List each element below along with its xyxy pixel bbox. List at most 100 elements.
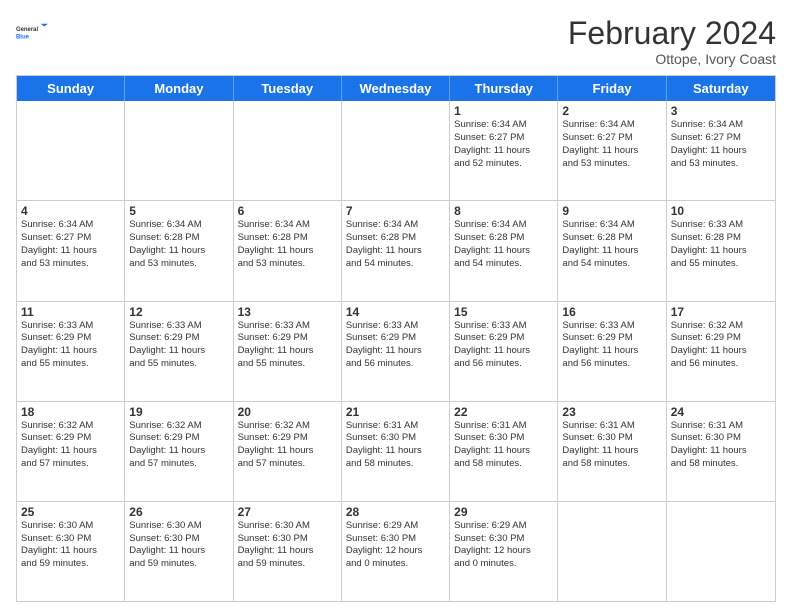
calendar-cell [558, 502, 666, 601]
day-number: 13 [238, 305, 337, 319]
calendar-cell: 8Sunrise: 6:34 AM Sunset: 6:28 PM Daylig… [450, 201, 558, 300]
day-number: 25 [21, 505, 120, 519]
day-info: Sunrise: 6:34 AM Sunset: 6:27 PM Dayligh… [671, 119, 771, 170]
logo: GeneralBlue [16, 16, 48, 48]
calendar-row: 18Sunrise: 6:32 AM Sunset: 6:29 PM Dayli… [17, 402, 775, 502]
day-number: 7 [346, 204, 445, 218]
calendar-cell: 15Sunrise: 6:33 AM Sunset: 6:29 PM Dayli… [450, 302, 558, 401]
location-subtitle: Ottope, Ivory Coast [568, 51, 776, 67]
svg-text:Blue: Blue [16, 34, 30, 40]
calendar-cell [17, 101, 125, 200]
calendar-cell [125, 101, 233, 200]
day-number: 10 [671, 204, 771, 218]
calendar-cell: 7Sunrise: 6:34 AM Sunset: 6:28 PM Daylig… [342, 201, 450, 300]
calendar-row: 25Sunrise: 6:30 AM Sunset: 6:30 PM Dayli… [17, 502, 775, 601]
day-number: 19 [129, 405, 228, 419]
day-info: Sunrise: 6:33 AM Sunset: 6:28 PM Dayligh… [671, 219, 771, 270]
day-info: Sunrise: 6:29 AM Sunset: 6:30 PM Dayligh… [346, 520, 445, 571]
calendar-cell: 20Sunrise: 6:32 AM Sunset: 6:29 PM Dayli… [234, 402, 342, 501]
calendar: SundayMondayTuesdayWednesdayThursdayFrid… [16, 75, 776, 602]
day-number: 21 [346, 405, 445, 419]
day-info: Sunrise: 6:30 AM Sunset: 6:30 PM Dayligh… [129, 520, 228, 571]
svg-text:General: General [16, 27, 38, 33]
calendar-cell: 16Sunrise: 6:33 AM Sunset: 6:29 PM Dayli… [558, 302, 666, 401]
day-number: 17 [671, 305, 771, 319]
day-number: 23 [562, 405, 661, 419]
calendar-cell: 27Sunrise: 6:30 AM Sunset: 6:30 PM Dayli… [234, 502, 342, 601]
title-block: February 2024 Ottope, Ivory Coast [568, 16, 776, 67]
calendar-body: 1 Sunrise: 6:34 AM Sunset: 6:27 PM Daylig… [17, 101, 775, 601]
page-header: GeneralBlue February 2024 Ottope, Ivory … [16, 16, 776, 67]
day-number: 29 [454, 505, 553, 519]
calendar-cell: 22Sunrise: 6:31 AM Sunset: 6:30 PM Dayli… [450, 402, 558, 501]
calendar-cell: 9Sunrise: 6:34 AM Sunset: 6:28 PM Daylig… [558, 201, 666, 300]
day-info: Sunrise: 6:34 AM Sunset: 6:27 PM Dayligh… [562, 119, 661, 170]
day-number: 4 [21, 204, 120, 218]
day-number: 15 [454, 305, 553, 319]
day-info: Sunrise: 6:34 AM Sunset: 6:28 PM Dayligh… [238, 219, 337, 270]
calendar-cell: 25Sunrise: 6:30 AM Sunset: 6:30 PM Dayli… [17, 502, 125, 601]
day-info: Sunrise: 6:29 AM Sunset: 6:30 PM Dayligh… [454, 520, 553, 571]
calendar-row: 1 Sunrise: 6:34 AM Sunset: 6:27 PM Daylig… [17, 101, 775, 201]
calendar-cell: 5Sunrise: 6:34 AM Sunset: 6:28 PM Daylig… [125, 201, 233, 300]
day-info: Sunrise: 6:32 AM Sunset: 6:29 PM Dayligh… [671, 320, 771, 371]
calendar-cell: 23Sunrise: 6:31 AM Sunset: 6:30 PM Dayli… [558, 402, 666, 501]
day-info: Sunrise: 6:32 AM Sunset: 6:29 PM Dayligh… [21, 420, 120, 471]
day-info: Sunrise: 6:32 AM Sunset: 6:29 PM Dayligh… [129, 420, 228, 471]
day-info: Sunrise: 6:31 AM Sunset: 6:30 PM Dayligh… [454, 420, 553, 471]
day-number: 26 [129, 505, 228, 519]
calendar-cell: 3Sunrise: 6:34 AM Sunset: 6:27 PM Daylig… [667, 101, 775, 200]
calendar-cell: 29Sunrise: 6:29 AM Sunset: 6:30 PM Dayli… [450, 502, 558, 601]
calendar-cell: 12Sunrise: 6:33 AM Sunset: 6:29 PM Dayli… [125, 302, 233, 401]
day-info: Sunrise: 6:34 AM Sunset: 6:28 PM Dayligh… [129, 219, 228, 270]
calendar-cell [342, 101, 450, 200]
day-info: Sunrise: 6:31 AM Sunset: 6:30 PM Dayligh… [562, 420, 661, 471]
day-of-week-header: Monday [125, 76, 233, 101]
day-number: 3 [671, 104, 771, 118]
day-number: 16 [562, 305, 661, 319]
calendar-cell: 28Sunrise: 6:29 AM Sunset: 6:30 PM Dayli… [342, 502, 450, 601]
calendar-cell: 6Sunrise: 6:34 AM Sunset: 6:28 PM Daylig… [234, 201, 342, 300]
day-number: 27 [238, 505, 337, 519]
calendar-cell [234, 101, 342, 200]
day-info: Sunrise: 6:33 AM Sunset: 6:29 PM Dayligh… [454, 320, 553, 371]
day-info: Sunrise: 6:34 AM Sunset: 6:28 PM Dayligh… [346, 219, 445, 270]
calendar-cell: 14Sunrise: 6:33 AM Sunset: 6:29 PM Dayli… [342, 302, 450, 401]
calendar-cell: 18Sunrise: 6:32 AM Sunset: 6:29 PM Dayli… [17, 402, 125, 501]
day-number: 1 [454, 104, 553, 118]
day-of-week-header: Thursday [450, 76, 558, 101]
calendar-cell: 4Sunrise: 6:34 AM Sunset: 6:27 PM Daylig… [17, 201, 125, 300]
calendar-row: 4Sunrise: 6:34 AM Sunset: 6:27 PM Daylig… [17, 201, 775, 301]
day-number: 28 [346, 505, 445, 519]
calendar-cell: 2Sunrise: 6:34 AM Sunset: 6:27 PM Daylig… [558, 101, 666, 200]
calendar-cell: 13Sunrise: 6:33 AM Sunset: 6:29 PM Dayli… [234, 302, 342, 401]
day-info: Sunrise: 6:32 AM Sunset: 6:29 PM Dayligh… [238, 420, 337, 471]
calendar-cell: 1Sunrise: 6:34 AM Sunset: 6:27 PM Daylig… [450, 101, 558, 200]
day-number: 20 [238, 405, 337, 419]
calendar-cell [667, 502, 775, 601]
day-info: Sunrise: 6:34 AM Sunset: 6:27 PM Dayligh… [21, 219, 120, 270]
day-of-week-header: Friday [558, 76, 666, 101]
calendar-cell: 10Sunrise: 6:33 AM Sunset: 6:28 PM Dayli… [667, 201, 775, 300]
calendar-cell: 11Sunrise: 6:33 AM Sunset: 6:29 PM Dayli… [17, 302, 125, 401]
day-info: Sunrise: 6:30 AM Sunset: 6:30 PM Dayligh… [238, 520, 337, 571]
calendar-cell: 26Sunrise: 6:30 AM Sunset: 6:30 PM Dayli… [125, 502, 233, 601]
calendar-header: SundayMondayTuesdayWednesdayThursdayFrid… [17, 76, 775, 101]
calendar-cell: 21Sunrise: 6:31 AM Sunset: 6:30 PM Dayli… [342, 402, 450, 501]
calendar-cell: 24Sunrise: 6:31 AM Sunset: 6:30 PM Dayli… [667, 402, 775, 501]
day-of-week-header: Wednesday [342, 76, 450, 101]
calendar-row: 11Sunrise: 6:33 AM Sunset: 6:29 PM Dayli… [17, 302, 775, 402]
day-number: 2 [562, 104, 661, 118]
day-of-week-header: Sunday [17, 76, 125, 101]
day-number: 24 [671, 405, 771, 419]
day-info: Sunrise: 6:30 AM Sunset: 6:30 PM Dayligh… [21, 520, 120, 571]
day-number: 8 [454, 204, 553, 218]
day-info: Sunrise: 6:33 AM Sunset: 6:29 PM Dayligh… [562, 320, 661, 371]
day-number: 5 [129, 204, 228, 218]
day-number: 12 [129, 305, 228, 319]
logo-icon: GeneralBlue [16, 16, 48, 48]
day-info: Sunrise: 6:31 AM Sunset: 6:30 PM Dayligh… [346, 420, 445, 471]
day-number: 18 [21, 405, 120, 419]
day-info: Sunrise: 6:33 AM Sunset: 6:29 PM Dayligh… [21, 320, 120, 371]
day-number: 6 [238, 204, 337, 218]
